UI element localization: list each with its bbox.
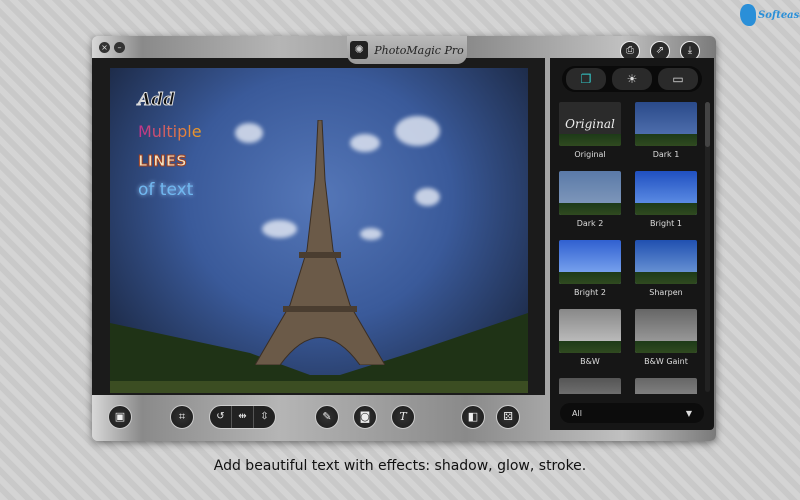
logo-text: Softease <box>758 9 800 21</box>
brightness-tab[interactable]: ☀ <box>612 68 652 90</box>
canvas-pane: Add Multiple LINES of text <box>92 58 545 395</box>
flip-vertical-button[interactable]: ⇳ <box>254 406 275 428</box>
compare-button[interactable]: ◧ <box>461 405 485 429</box>
filter-scrollbar[interactable] <box>705 102 710 392</box>
filter-category-dropdown[interactable]: All ▼ <box>560 403 704 423</box>
whale-icon <box>740 4 756 26</box>
image-settings-button[interactable]: ▣ <box>108 405 132 429</box>
filter-dark-2[interactable]: Dark 2 <box>558 171 622 240</box>
draw-button[interactable]: ✎ <box>315 405 339 429</box>
vignette-button[interactable]: ◙ <box>353 405 377 429</box>
filters-panel: ❐ ☀ ▭ Original Original Dark 1 Dark 2 Bri… <box>550 58 714 430</box>
filter-dark-1[interactable]: Dark 1 <box>634 102 698 171</box>
filter-grid: Original Original Dark 1 Dark 2 Bright 1 … <box>558 102 698 394</box>
chevron-down-icon: ▼ <box>685 408 692 418</box>
app-window: × – ✺ PhotoMagic Pro ⎙ ⇗ ⤓ Add Multiple L… <box>92 36 716 441</box>
text-layer-of-text[interactable]: of text <box>138 180 193 200</box>
filter-bright-2[interactable]: Bright 2 <box>558 240 622 309</box>
softease-logo: Softease <box>740 4 800 26</box>
minimize-button[interactable]: – <box>114 42 125 53</box>
title-tab: ✺ PhotoMagic Pro <box>347 36 467 64</box>
frame-tab[interactable]: ▭ <box>658 68 698 90</box>
rotate-button[interactable]: ↺ <box>210 406 232 428</box>
filter-sharpen[interactable]: Sharpen <box>634 240 698 309</box>
close-button[interactable]: × <box>99 42 110 53</box>
transform-group: ↺ ⇹ ⇳ <box>209 405 276 429</box>
filter-more-1[interactable] <box>558 378 622 394</box>
filter-bright-1[interactable]: Bright 1 <box>634 171 698 240</box>
photo-canvas[interactable]: Add Multiple LINES of text <box>110 68 528 393</box>
text-layer-multiple[interactable]: Multiple <box>138 122 202 141</box>
filter-bw[interactable]: B&W <box>558 309 622 378</box>
caption: Add beautiful text with effects: shadow,… <box>213 458 587 474</box>
aperture-icon: ✺ <box>350 41 369 59</box>
original-thumb: Original <box>559 102 621 146</box>
text-button[interactable]: T <box>391 405 415 429</box>
layers-tab[interactable]: ❐ <box>566 68 606 90</box>
panel-tabs: ❐ ☀ ▭ <box>562 66 702 92</box>
filter-bw-gaint[interactable]: B&W Gaint <box>634 309 698 378</box>
random-button[interactable]: ⚄ <box>496 405 520 429</box>
text-layer-add[interactable]: Add <box>138 90 176 111</box>
window-title: PhotoMagic Pro <box>374 43 464 57</box>
crop-button[interactable]: ⌗ <box>170 405 194 429</box>
eiffel-tower <box>255 120 385 365</box>
flip-horizontal-button[interactable]: ⇹ <box>232 406 254 428</box>
filter-original[interactable]: Original Original <box>558 102 622 171</box>
text-layer-lines[interactable]: LINES <box>138 152 188 171</box>
filter-more-2[interactable] <box>634 378 698 394</box>
